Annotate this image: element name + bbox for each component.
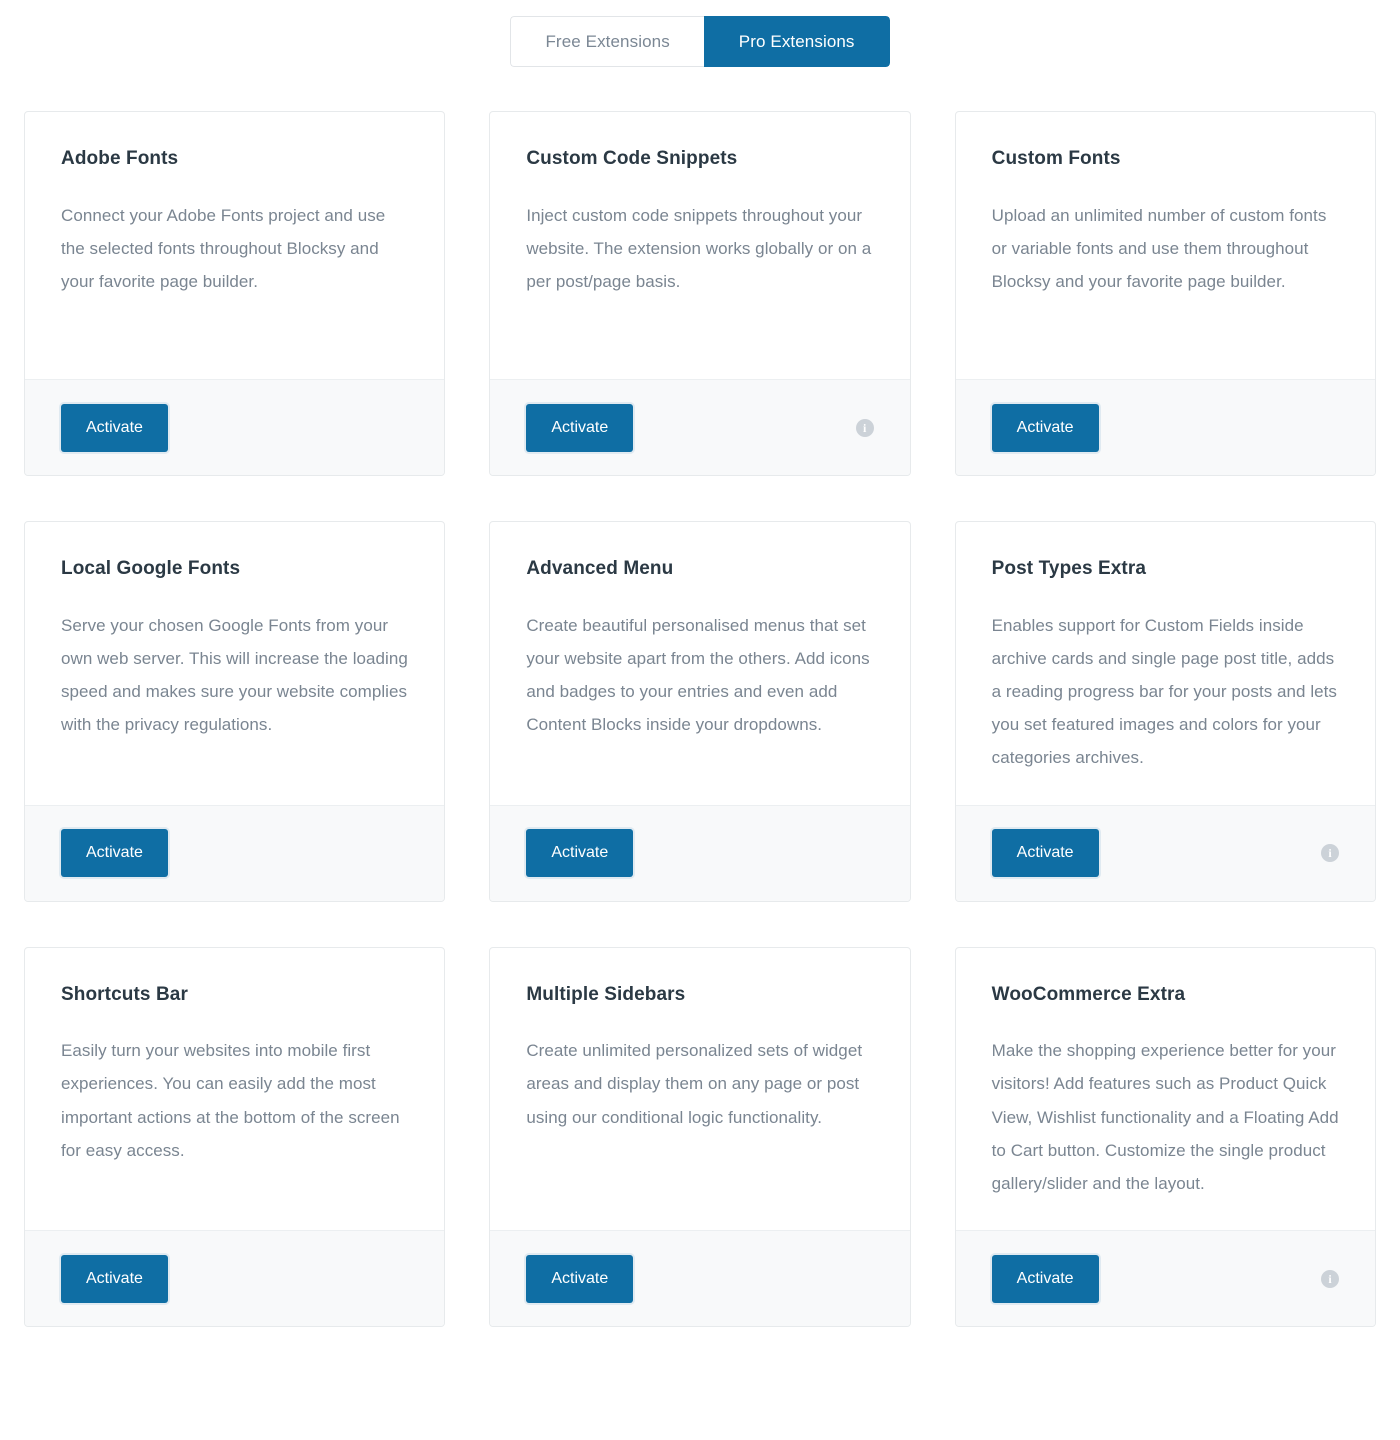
info-icon[interactable]: i	[1321, 1269, 1339, 1288]
info-icon[interactable]: i	[855, 418, 874, 437]
extensions-grid: Adobe Fonts Connect your Adobe Fonts pro…	[0, 67, 1400, 1351]
extension-card-footer: Activate	[490, 1230, 910, 1326]
extension-card: Custom Code Snippets Inject custom code …	[489, 111, 911, 476]
activate-button[interactable]: Activate	[526, 1254, 634, 1303]
extension-card-body: Multiple Sidebars Create unlimited perso…	[490, 948, 909, 1231]
extension-description: Easily turn your websites into mobile fi…	[61, 1041, 400, 1160]
extension-title: Custom Code Snippets	[526, 148, 738, 169]
activate-button[interactable]: Activate	[61, 1254, 168, 1303]
extension-description: Connect your Adobe Fonts project and use…	[61, 205, 386, 292]
extension-title: Multiple Sidebars	[526, 983, 686, 1005]
extension-card-footer: Activate	[490, 804, 910, 901]
extension-card-footer: Activate	[955, 379, 1375, 475]
extension-description: Create unlimited personalized sets of wi…	[526, 1041, 863, 1127]
extension-title: WooCommerce Extra	[991, 983, 1186, 1005]
extension-card: Post Types Extra Enables support for Cus…	[954, 521, 1376, 902]
extension-card-body: Post Types Extra Enables support for Cus…	[956, 522, 1375, 805]
extension-description: Create beautiful personalised menus that…	[526, 615, 870, 735]
extension-title: Adobe Fonts	[61, 148, 179, 169]
extension-card: Local Google Fonts Serve your chosen Goo…	[24, 521, 446, 902]
extension-card: WooCommerce Extra Make the shopping expe…	[954, 946, 1376, 1327]
extension-card-body: Local Google Fonts Serve your chosen Goo…	[25, 522, 444, 805]
extension-card-body: Custom Fonts Upload an unlimited number …	[956, 112, 1375, 379]
extension-card-footer: Activate i	[955, 1230, 1375, 1326]
extension-card-body: Advanced Menu Create beautiful personali…	[490, 522, 909, 805]
extension-card-footer: Activate	[25, 379, 445, 475]
extension-card-footer: Activate	[25, 1230, 445, 1326]
extensions-page: Free Extensions Pro Extensions Adobe Fon…	[0, 0, 1400, 1440]
extension-card: Custom Fonts Upload an unlimited number …	[954, 111, 1376, 476]
extension-description: Serve your chosen Google Fonts from your…	[61, 615, 408, 735]
extension-card-body: Custom Code Snippets Inject custom code …	[490, 112, 909, 379]
extension-title: Post Types Extra	[991, 558, 1147, 579]
extensions-tab-bar: Free Extensions Pro Extensions	[510, 16, 890, 67]
extension-card: Multiple Sidebars Create unlimited perso…	[489, 946, 911, 1327]
activate-button[interactable]: Activate	[526, 829, 634, 877]
extension-card: Advanced Menu Create beautiful personali…	[489, 521, 911, 902]
extension-card-body: Adobe Fonts Connect your Adobe Fonts pro…	[25, 112, 444, 379]
activate-button[interactable]: Activate	[61, 403, 168, 452]
extension-description: Make the shopping experience better for …	[991, 1041, 1339, 1193]
extension-card-body: WooCommerce Extra Make the shopping expe…	[956, 948, 1375, 1231]
extension-description: Upload an unlimited number of custom fon…	[991, 205, 1327, 292]
extension-card: Shortcuts Bar Easily turn your websites …	[24, 946, 446, 1327]
activate-button[interactable]: Activate	[61, 829, 168, 877]
extension-card-body: Shortcuts Bar Easily turn your websites …	[25, 948, 444, 1231]
info-icon[interactable]: i	[1321, 844, 1339, 862]
extension-title: Advanced Menu	[526, 558, 674, 579]
extension-card: Adobe Fonts Connect your Adobe Fonts pro…	[24, 111, 446, 476]
tab-free-extensions[interactable]: Free Extensions	[510, 16, 704, 67]
activate-button[interactable]: Activate	[991, 403, 1099, 452]
extensions-tab-bar-wrapper: Free Extensions Pro Extensions	[0, 0, 1400, 67]
activate-button[interactable]: Activate	[991, 1254, 1099, 1303]
extension-card-footer: Activate	[25, 804, 445, 901]
extension-card-footer: Activate i	[490, 379, 910, 475]
extension-card-footer: Activate i	[955, 804, 1375, 901]
activate-button[interactable]: Activate	[991, 829, 1099, 877]
extension-title: Custom Fonts	[991, 148, 1121, 169]
tab-pro-extensions[interactable]: Pro Extensions	[703, 16, 890, 67]
activate-button[interactable]: Activate	[526, 403, 634, 452]
extension-description: Enables support for Custom Fields inside…	[991, 615, 1337, 768]
extension-description: Inject custom code snippets throughout y…	[526, 205, 872, 292]
extension-title: Shortcuts Bar	[61, 983, 188, 1005]
extension-title: Local Google Fonts	[61, 558, 241, 579]
